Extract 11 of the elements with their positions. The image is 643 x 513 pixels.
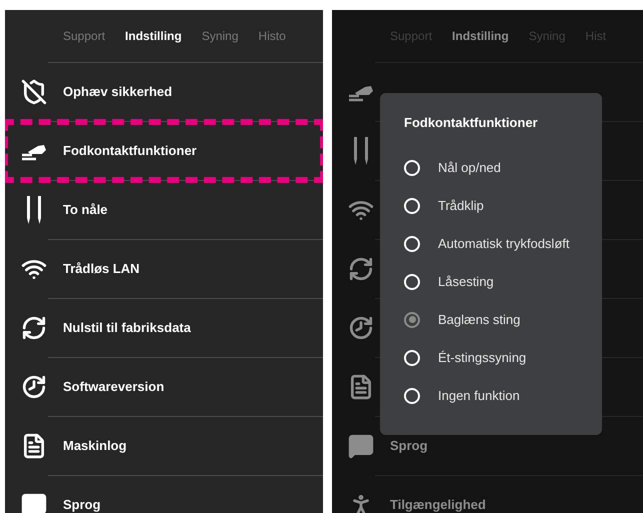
item-label: Sprog <box>63 496 101 513</box>
item-label: Maskinlog <box>63 437 127 456</box>
item-label: Fodkontaktfunktioner <box>63 142 197 160</box>
item-label: Softwareversion <box>63 378 164 396</box>
item-label: Tilgængelighed <box>390 496 486 513</box>
dialog-title: Fodkontaktfunktioner <box>404 114 539 132</box>
item-label: Trådløs LAN <box>63 260 140 278</box>
item-label: Sprog <box>390 437 428 456</box>
item-label: To nåle <box>63 201 108 220</box>
item-label: Nulstil til fabriksdata <box>63 319 191 338</box>
item-label: Ophæv sikkerhed <box>63 83 172 102</box>
